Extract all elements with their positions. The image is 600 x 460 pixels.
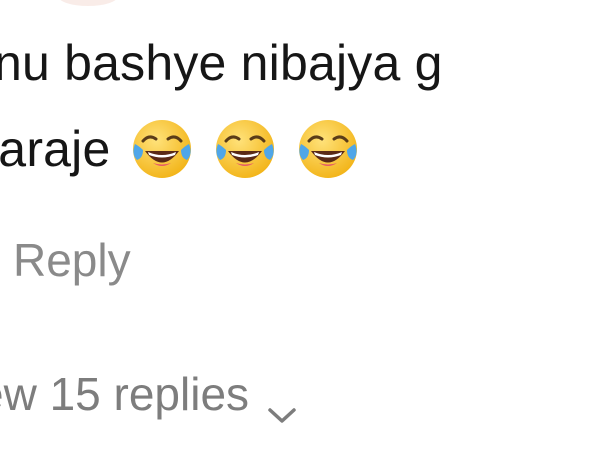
tears-of-joy-emoji-icon <box>295 116 361 182</box>
comment-text-fragment: laraje <box>0 121 111 177</box>
tears-of-joy-emoji-icon <box>212 116 278 182</box>
avatar-edge <box>58 0 118 6</box>
tears-of-joy-emoji-icon <box>129 116 195 182</box>
comment-text-line-2: laraje <box>0 116 378 182</box>
comment-item: nu bashye nibajya g laraje <box>0 0 600 460</box>
view-replies-label: ew 15 replies <box>0 368 250 420</box>
view-replies-button[interactable]: ew 15 replies <box>0 366 299 423</box>
reply-button[interactable]: Reply <box>13 232 131 288</box>
chevron-down-icon <box>265 383 299 423</box>
comment-text-line-1: nu bashye nibajya g <box>0 35 443 91</box>
